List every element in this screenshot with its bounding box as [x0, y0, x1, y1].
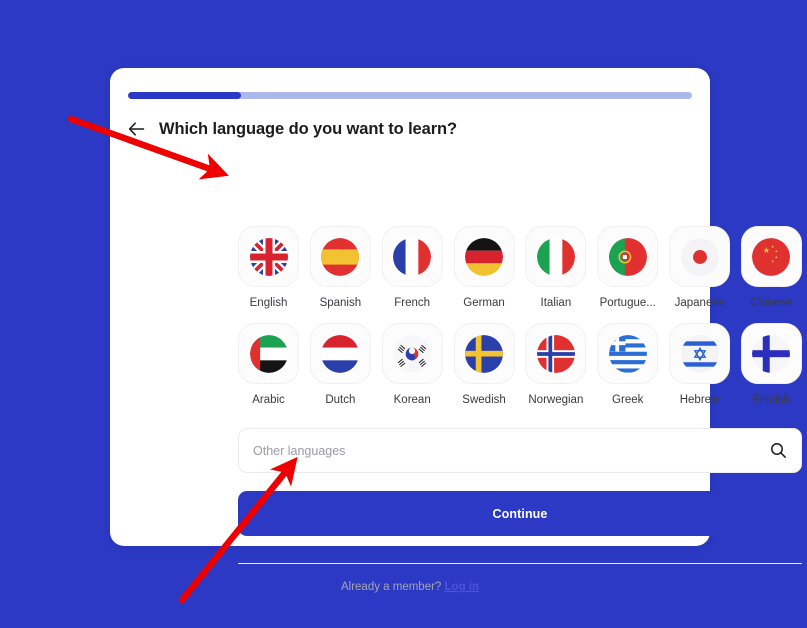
language-flag-tile[interactable]: [238, 323, 299, 384]
language-flag-tile[interactable]: [309, 323, 371, 384]
language-flag-tile[interactable]: [740, 323, 802, 384]
language-flag-tile[interactable]: [597, 226, 659, 287]
de-flag-icon: [465, 237, 504, 276]
language-flag-tile[interactable]: [309, 226, 371, 287]
other-languages-search[interactable]: [238, 428, 802, 473]
kr-flag-icon: [393, 334, 432, 373]
jp-flag-icon: [680, 237, 719, 276]
language-option-label: Norwegian: [528, 394, 584, 406]
nl-flag-icon: [321, 334, 360, 373]
svg-text:★: ★: [771, 258, 775, 263]
language-option-label: Portugue...: [599, 297, 656, 309]
language-option-chinese[interactable]: ★ ★ ★ ★ ★ Chinese: [740, 226, 802, 309]
language-flag-tile[interactable]: [669, 323, 731, 384]
language-option-swedish[interactable]: Swedish: [453, 323, 515, 406]
language-option-finnish[interactable]: Finnish: [740, 323, 802, 406]
language-option-label: Arabic: [252, 394, 285, 406]
language-option-arabic[interactable]: Arabic: [238, 323, 299, 406]
language-option-label: Dutch: [325, 394, 356, 406]
no-flag-icon: [536, 334, 575, 373]
search-icon[interactable]: [770, 442, 787, 459]
gb-flag-icon: [249, 237, 288, 276]
fr-flag-icon: [393, 237, 432, 276]
language-flag-tile[interactable]: [669, 226, 731, 287]
language-flag-tile[interactable]: [525, 226, 587, 287]
language-option-spanish[interactable]: Spanish: [309, 226, 371, 309]
language-grid-row-2: Arabic Dutch Korean Swedish Norwegian Greek He…: [238, 323, 802, 406]
pt-flag-icon: [608, 237, 647, 276]
svg-text:★: ★: [763, 245, 770, 255]
language-flag-tile[interactable]: [453, 226, 515, 287]
continue-button[interactable]: Continue: [238, 491, 802, 536]
it-flag-icon: [536, 237, 575, 276]
language-option-label: Chinese: [750, 297, 793, 309]
language-option-label: French: [394, 297, 431, 309]
footer: Already a member? Log in: [110, 581, 710, 593]
search-input[interactable]: [253, 443, 770, 458]
language-option-greek[interactable]: Greek: [597, 323, 659, 406]
language-option-label: English: [249, 297, 288, 309]
progress-bar-fill: [128, 92, 241, 99]
footer-text: Already a member?: [340, 581, 442, 593]
card-header: Which language do you want to learn?: [128, 116, 692, 142]
es-flag-icon: [321, 237, 360, 276]
language-option-label: Japanese: [674, 297, 725, 309]
gr-flag-icon: [608, 334, 647, 373]
language-option-label: Spanish: [319, 297, 362, 309]
cn-flag-icon: ★ ★ ★ ★ ★: [752, 237, 791, 276]
language-grid-row-1: English Spanish French German Italian Portugu…: [238, 226, 802, 309]
language-flag-tile[interactable]: [597, 323, 659, 384]
login-link[interactable]: Log in: [445, 581, 480, 593]
language-option-label: Greek: [612, 394, 644, 406]
language-option-english[interactable]: English: [238, 226, 299, 309]
language-flag-tile[interactable]: [238, 226, 299, 287]
language-option-french[interactable]: French: [381, 226, 443, 309]
language-option-label: Italian: [540, 297, 572, 309]
se-flag-icon: [465, 334, 504, 373]
svg-text:★: ★: [775, 254, 779, 259]
svg-text:★: ★: [775, 248, 779, 253]
language-option-label: Finnish: [752, 394, 790, 406]
language-flag-tile[interactable]: [453, 323, 515, 384]
footer-divider: [238, 563, 802, 564]
language-option-dutch[interactable]: Dutch: [309, 323, 371, 406]
progress-bar-track: [128, 92, 692, 99]
ae-flag-icon: [249, 334, 288, 373]
il-flag-icon: [680, 334, 719, 373]
fi-flag-icon: [752, 334, 791, 373]
language-flag-tile[interactable]: [525, 323, 587, 384]
language-option-japanese[interactable]: Japanese: [669, 226, 731, 309]
language-option-italian[interactable]: Italian: [525, 226, 587, 309]
language-option-label: Korean: [393, 394, 431, 406]
language-option-korean[interactable]: Korean: [381, 323, 443, 406]
onboarding-card: Which language do you want to learn? Con…: [110, 68, 802, 593]
language-option-label: Swedish: [462, 394, 506, 406]
language-flag-tile[interactable]: [381, 226, 443, 287]
language-option-hebrew[interactable]: Hebrew: [669, 323, 731, 406]
language-flag-tile[interactable]: [381, 323, 443, 384]
language-option-portugue[interactable]: Portugue...: [597, 226, 659, 309]
language-option-label: German: [463, 297, 505, 309]
page-title: Which language do you want to learn?: [159, 119, 457, 138]
language-flag-tile[interactable]: ★ ★ ★ ★ ★: [740, 226, 802, 287]
language-option-norwegian[interactable]: Norwegian: [525, 323, 587, 406]
language-option-label: Hebrew: [679, 394, 720, 406]
language-option-german[interactable]: German: [453, 226, 515, 309]
back-arrow-icon[interactable]: [128, 120, 146, 138]
